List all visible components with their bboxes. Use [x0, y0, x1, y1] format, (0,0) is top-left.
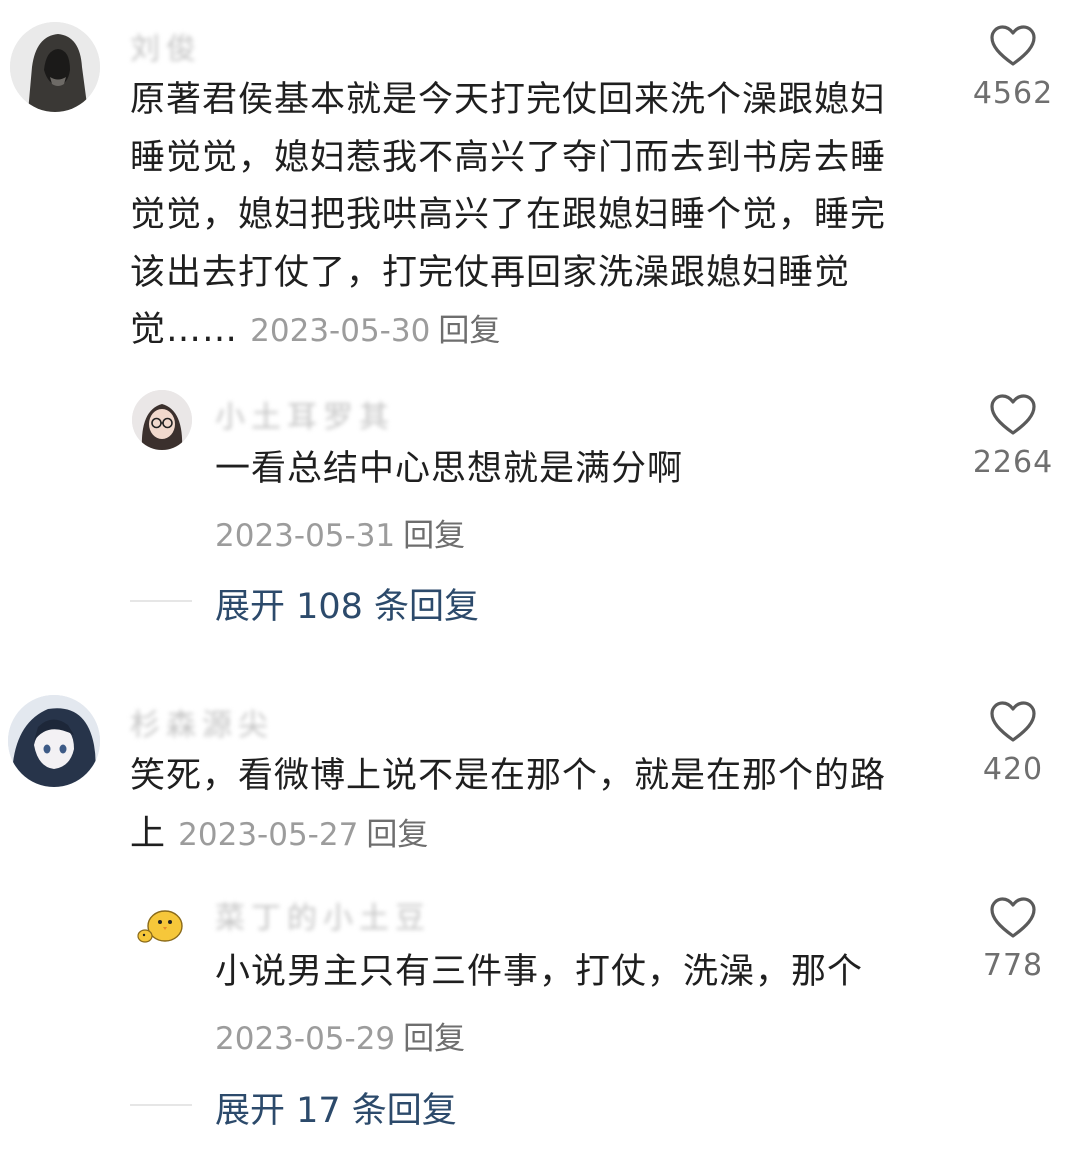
comment-meta: 2023-05-27 回复	[178, 817, 428, 853]
reply-text: 一看总结中心思想就是满分啊	[215, 449, 684, 489]
avatar[interactable]	[132, 390, 192, 450]
comment-date: 2023-05-31	[215, 518, 396, 554]
username[interactable]: 杉森源尖	[130, 700, 274, 744]
divider	[130, 1104, 192, 1106]
comment-meta: 2023-05-29 回复	[215, 1013, 465, 1058]
comment-text: 原著君侯基本就是今天打完仗回来洗个澡跟媳妇睡觉觉，媳妇惹我不高兴了夺门而去到书房…	[130, 80, 887, 350]
reply-button[interactable]: 回复	[403, 1021, 465, 1057]
heart-icon	[990, 701, 1036, 742]
anime-girl-avatar-icon	[8, 695, 100, 787]
yellow-chick-avatar-icon	[132, 892, 192, 952]
like-button[interactable]: 778	[953, 896, 1073, 983]
like-button[interactable]: 4562	[953, 24, 1073, 111]
comment-date: 2023-05-29	[215, 1021, 396, 1057]
heart-icon	[990, 897, 1036, 938]
like-count: 778	[982, 948, 1044, 983]
username[interactable]: 菜丁的小土豆	[215, 893, 431, 937]
expand-replies-button[interactable]: 展开 108 条回复	[215, 578, 479, 629]
reply-button[interactable]: 回复	[366, 817, 428, 853]
comment-meta: 2023-05-31 回复	[215, 510, 465, 555]
glasses-girl-avatar-icon	[132, 390, 192, 450]
comment-text: 笑死，看微博上说不是在那个，就是在那个的路上 2023-05-27 回复	[130, 756, 887, 854]
like-button[interactable]: 2264	[953, 393, 1073, 480]
like-count: 4562	[972, 76, 1054, 111]
like-count: 420	[982, 752, 1044, 787]
heart-icon	[990, 394, 1036, 435]
heart-icon	[990, 25, 1036, 66]
comment-date: 2023-05-30	[250, 313, 431, 349]
reply-button[interactable]: 回复	[438, 313, 500, 349]
like-button[interactable]: 420	[953, 700, 1073, 787]
avatar[interactable]	[8, 695, 100, 787]
divider	[130, 600, 192, 602]
like-count: 2264	[972, 445, 1054, 480]
avatar[interactable]	[132, 892, 192, 952]
avatar[interactable]	[10, 22, 100, 112]
comment-date: 2023-05-27	[178, 816, 359, 853]
username[interactable]: 刘俊	[130, 24, 202, 68]
hooded-figure-avatar-icon	[10, 22, 100, 112]
comment-meta: 2023-05-30 回复	[250, 313, 500, 349]
reply-button[interactable]: 回复	[403, 518, 465, 554]
reply-text: 小说男主只有三件事，打仗，洗澡，那个	[215, 952, 864, 992]
expand-replies-button[interactable]: 展开 17 条回复	[215, 1082, 457, 1133]
username[interactable]: 小土耳罗其	[215, 392, 395, 436]
